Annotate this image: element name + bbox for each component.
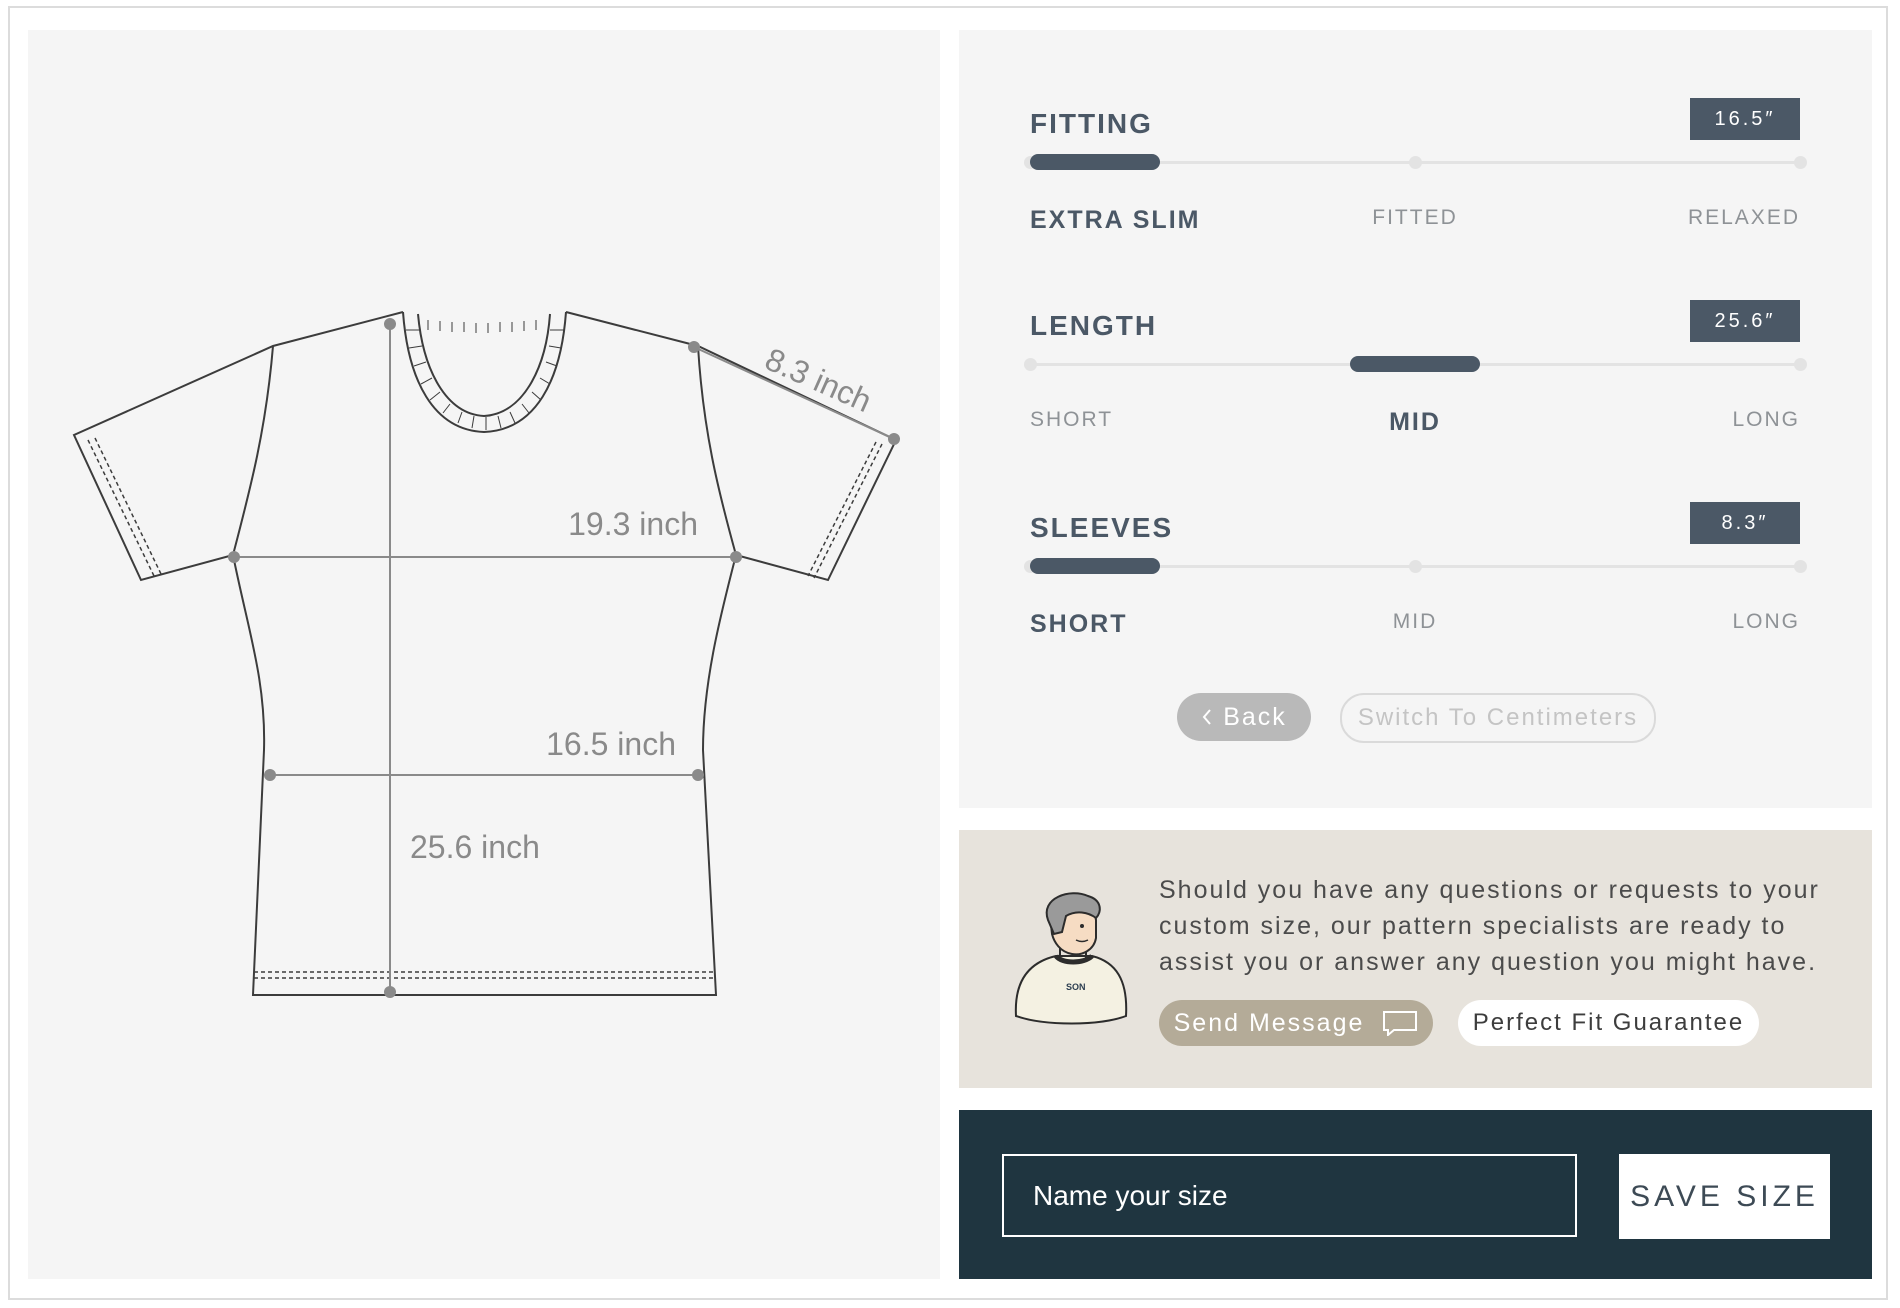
fitting-slider[interactable] — [1024, 154, 1807, 170]
fitting-label-relaxed[interactable]: RELAXED — [1688, 206, 1800, 230]
neckline-outer — [402, 311, 567, 434]
save-size-button[interactable]: SAVE SIZE — [1619, 1154, 1830, 1239]
tshirt-diagram: 8.3 inch 19.3 inch 16.5 inch 25.6 inch — [72, 311, 900, 998]
switch-units-button[interactable]: Switch To Centimeters — [1340, 693, 1656, 743]
perfect-fit-guarantee-button[interactable]: Perfect Fit Guarantee — [1458, 1000, 1759, 1046]
chest-measurement-label: 19.3 inch — [568, 506, 698, 542]
size-name-input[interactable] — [1002, 1154, 1577, 1237]
size-settings-panel: FITTING 16.5″ EXTRA SLIM FITTED RELAXED … — [959, 30, 1872, 808]
fitting-label-extra-slim[interactable]: EXTRA SLIM — [1030, 206, 1200, 235]
sleeves-title: SLEEVES — [1030, 512, 1174, 543]
sleeve-measurement-label: 8.3 inch — [760, 341, 877, 419]
help-message-text: Should you have any questions or request… — [1159, 876, 1820, 976]
length-title: LENGTH — [1030, 310, 1158, 341]
fitting-label-fitted[interactable]: FITTED — [1372, 206, 1458, 230]
sleeves-slider-thumb[interactable] — [1030, 558, 1160, 574]
fitting-stop-fitted[interactable] — [1409, 156, 1422, 169]
length-stop-short[interactable] — [1024, 358, 1037, 371]
neckline-inner — [417, 313, 551, 418]
length-slider-thumb[interactable] — [1350, 356, 1480, 372]
measurement-lines — [234, 324, 895, 992]
measurement-points — [228, 318, 900, 998]
sleeves-label-mid[interactable]: MID — [1393, 610, 1438, 634]
sleeves-label-short[interactable]: SHORT — [1030, 610, 1128, 639]
fitting-value-badge: 16.5″ — [1690, 98, 1800, 140]
back-button-label: Back — [1223, 702, 1287, 731]
hem-stitch — [254, 971, 715, 979]
avatar-shirt-text: SON — [1066, 982, 1086, 992]
sleeves-stop-mid[interactable] — [1409, 560, 1422, 573]
chevron-left-icon — [1202, 709, 1211, 725]
sleeves-stop-long[interactable] — [1794, 560, 1807, 573]
length-label-long[interactable]: LONG — [1732, 408, 1800, 432]
sleeves-slider[interactable] — [1024, 558, 1807, 574]
save-size-panel: SAVE SIZE — [959, 1110, 1872, 1279]
length-measurement-label: 25.6 inch — [410, 829, 540, 865]
tshirt-outline — [72, 311, 898, 996]
left-cuff-stitch — [87, 437, 163, 579]
chat-bubble-icon — [1383, 1011, 1418, 1036]
right-armhole — [697, 345, 737, 556]
length-label-mid[interactable]: MID — [1389, 408, 1441, 437]
help-panel: SON Should you have any questions or req… — [959, 830, 1872, 1088]
fitting-title: FITTING — [1030, 108, 1153, 139]
fitting-slider-thumb[interactable] — [1030, 154, 1160, 170]
send-message-button[interactable]: Send Message — [1159, 1000, 1433, 1046]
waist-measurement-label: 16.5 inch — [546, 726, 676, 762]
length-slider[interactable] — [1024, 356, 1807, 372]
specialist-avatar: SON — [1014, 892, 1128, 1025]
length-stop-long[interactable] — [1794, 358, 1807, 371]
sleeves-label-long[interactable]: LONG — [1732, 610, 1800, 634]
garment-diagram-panel: 8.3 inch 19.3 inch 16.5 inch 25.6 inch — [28, 30, 940, 1279]
length-value-badge: 25.6″ — [1690, 300, 1800, 342]
send-message-label: Send Message — [1173, 1008, 1365, 1037]
neckline-rib — [406, 320, 564, 430]
left-armhole — [232, 345, 274, 556]
back-button[interactable]: Back — [1177, 693, 1311, 741]
length-label-short[interactable]: SHORT — [1030, 408, 1113, 432]
fitting-stop-relaxed[interactable] — [1794, 156, 1807, 169]
sleeves-value-badge: 8.3″ — [1690, 502, 1800, 544]
right-cuff-stitch — [807, 441, 883, 579]
